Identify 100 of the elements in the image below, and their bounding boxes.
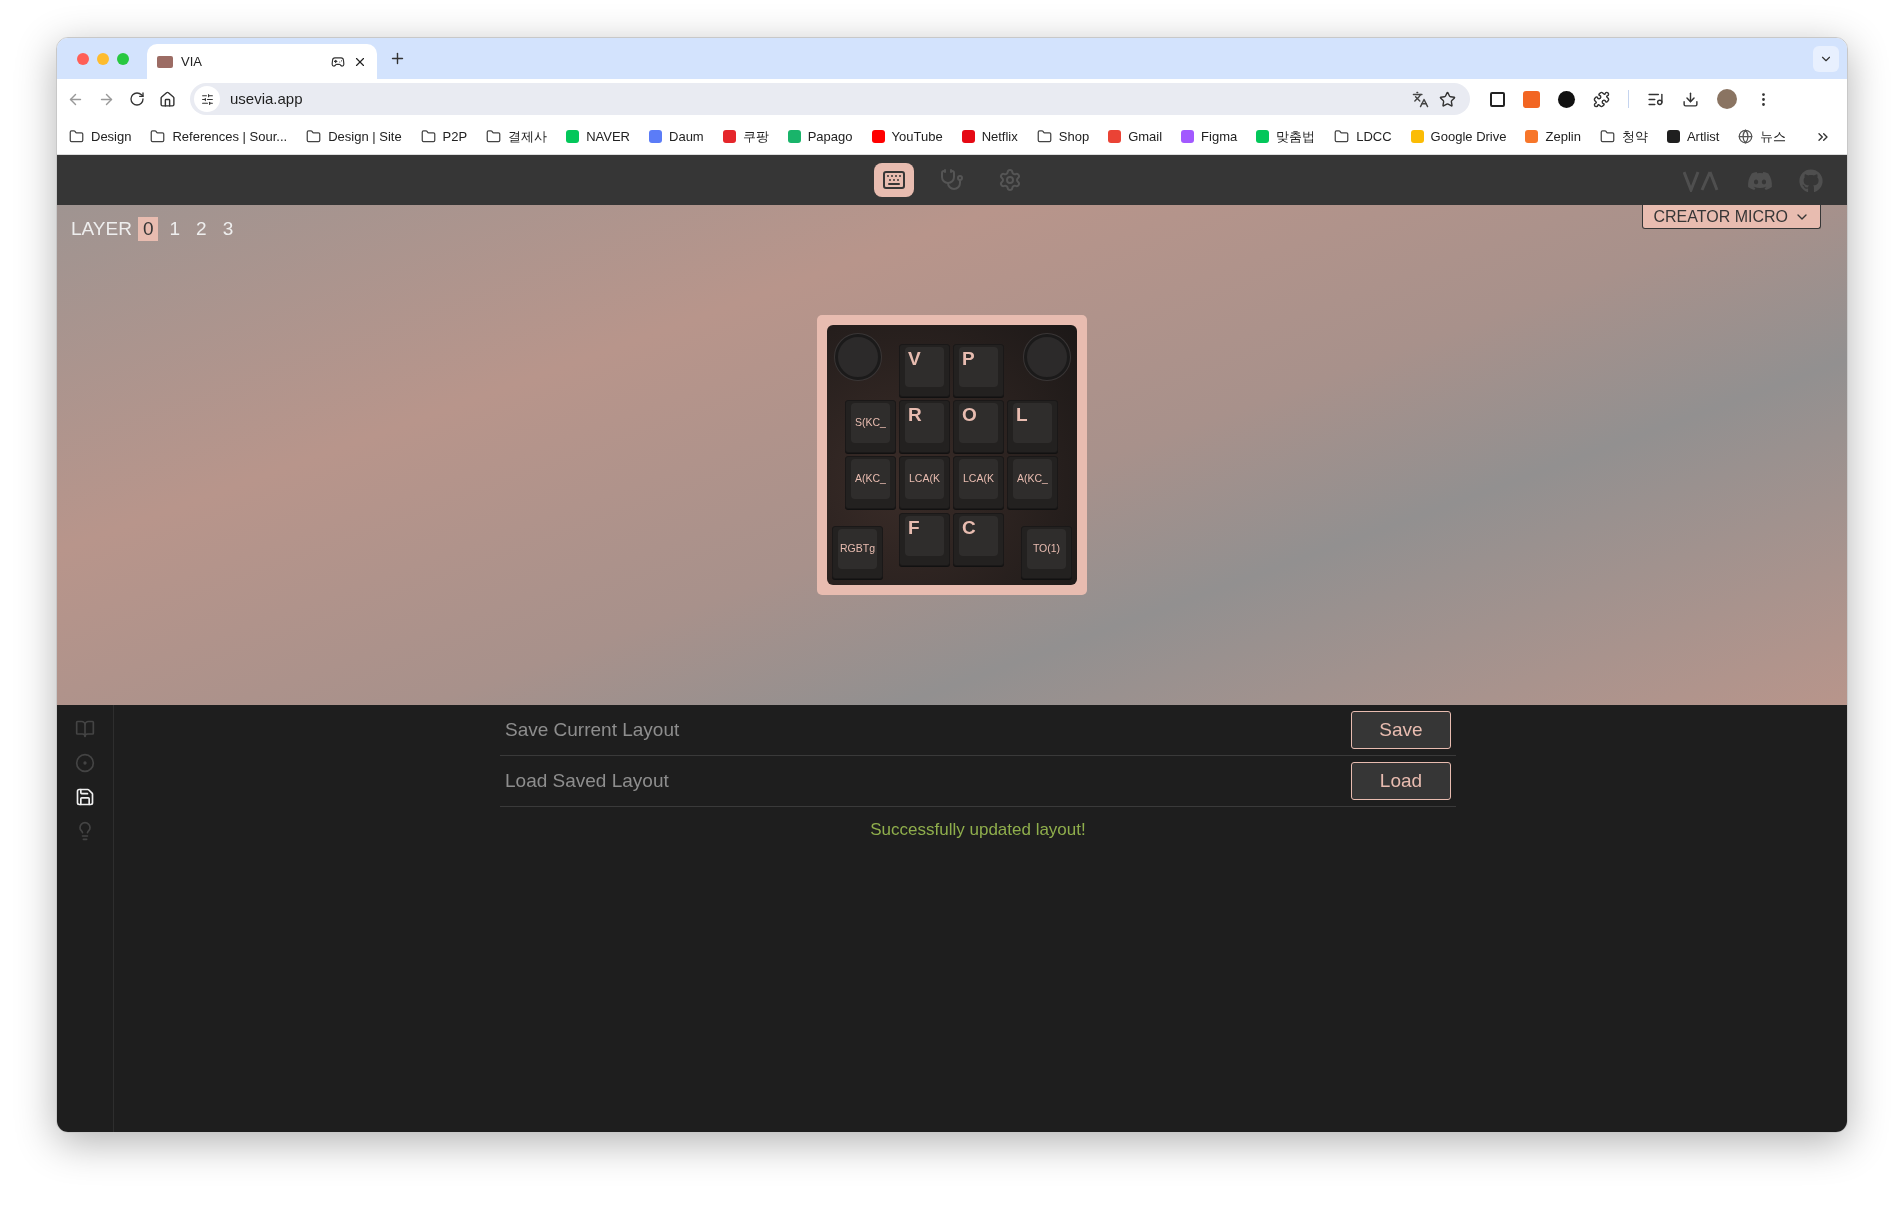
folder-icon	[1599, 129, 1615, 144]
folder-icon	[69, 129, 84, 144]
keycap[interactable]: LCA(K	[953, 456, 1004, 509]
bookmark-link[interactable]: 맞춤법	[1276, 126, 1316, 147]
keycap[interactable]: A(KC_	[1007, 456, 1058, 509]
reload-icon[interactable]	[129, 91, 145, 107]
star-icon[interactable]	[1439, 90, 1456, 108]
keyboard-icon	[882, 168, 906, 192]
address-bar[interactable]: usevia.app	[190, 83, 1470, 115]
keycap[interactable]: O	[953, 400, 1004, 453]
action-button[interactable]: Load	[1351, 762, 1451, 800]
site-icon	[787, 130, 801, 143]
folder-icon	[1334, 129, 1350, 144]
bookmark-link[interactable]: Netflix	[981, 126, 1018, 147]
key-legend: A(KC_	[1017, 471, 1048, 487]
setting-label: Save Current Layout	[505, 717, 680, 742]
setting-label: Load Saved Layout	[505, 768, 669, 793]
site-icon	[722, 130, 736, 143]
bookmark-link[interactable]: Design | Site	[328, 126, 402, 147]
bookmark-link[interactable]: 쿠팡	[742, 126, 769, 147]
key-legend: L	[1016, 403, 1028, 427]
key-legend: RGBTg	[840, 541, 875, 557]
site-icon	[1108, 130, 1122, 143]
bookmark-link[interactable]: Papago	[807, 126, 853, 147]
key-legend: LCA(K	[909, 471, 940, 487]
status-message: Successfully updated layout!	[870, 819, 1086, 841]
bookmark-link[interactable]: 뉴스	[1760, 126, 1787, 147]
gamepad-icon	[331, 54, 345, 69]
download-icon[interactable]	[1682, 90, 1699, 108]
nav-tab[interactable]	[874, 163, 914, 197]
folder-icon	[420, 129, 436, 144]
key-legend: S(KC_	[855, 415, 886, 431]
layer-label: LAYER	[71, 217, 132, 241]
settings-icon	[998, 168, 1022, 192]
profile-avatar[interactable]	[1717, 89, 1737, 109]
key-legend: TO(1)	[1032, 541, 1061, 557]
key-legend: LCA(K	[963, 471, 994, 487]
bookmark-link[interactable]: Shop	[1058, 126, 1090, 147]
site-icon	[1525, 130, 1539, 143]
browser-tab[interactable]: VIA	[147, 44, 377, 79]
translate-icon[interactable]	[1412, 90, 1429, 108]
keycap[interactable]: RGBTg	[832, 526, 883, 579]
keycap[interactable]: C	[953, 513, 1004, 566]
bookmark-link[interactable]: Artlist	[1686, 126, 1720, 147]
bookmark-link[interactable]: Google Drive	[1430, 126, 1507, 147]
save-icon[interactable]	[75, 787, 95, 807]
bookmark-link[interactable]: P2P	[442, 126, 468, 147]
favicon-icon	[157, 55, 173, 68]
keycap[interactable]: S(KC_	[845, 400, 896, 453]
keycap[interactable]: V	[899, 344, 950, 397]
action-button[interactable]: Save	[1351, 711, 1451, 749]
bookmark-link[interactable]: 결제사	[508, 126, 548, 147]
keycap[interactable]: P	[953, 344, 1004, 397]
site-settings-icon[interactable]	[194, 86, 220, 112]
keycap[interactable]: A(KC_	[845, 456, 896, 509]
bookmark-link[interactable]: YouTube	[891, 126, 943, 147]
keycap[interactable]: R	[899, 400, 950, 453]
key-legend: A(KC_	[855, 471, 886, 487]
new-tab-icon[interactable]	[389, 50, 406, 67]
folder-icon	[306, 129, 322, 144]
stethoscope-icon	[940, 168, 964, 192]
site-icon	[871, 130, 885, 143]
circle-extension-icon[interactable]	[1558, 90, 1575, 108]
key-legend: C	[962, 516, 976, 540]
key-legend: F	[908, 516, 920, 540]
extensions-icon[interactable]	[1593, 90, 1610, 108]
key-legend: R	[908, 403, 922, 427]
site-icon	[1666, 130, 1680, 143]
site-icon	[566, 130, 580, 143]
bookmark-link[interactable]: Design	[91, 126, 132, 147]
key-legend: V	[908, 347, 921, 371]
site-icon	[1410, 130, 1424, 143]
home-icon[interactable]	[159, 90, 176, 108]
bookmark-link[interactable]: References | Sour...	[172, 126, 288, 147]
bookmark-link[interactable]: LDCC	[1356, 126, 1392, 147]
filled-extension-icon[interactable]	[1523, 90, 1540, 108]
bookmark-link[interactable]: NAVER	[586, 126, 630, 147]
bookmark-link[interactable]: Gmail	[1128, 126, 1163, 147]
bookmark-link[interactable]: 청약	[1621, 126, 1648, 147]
keycap[interactable]: LCA(K	[899, 456, 950, 509]
key-legend: P	[962, 347, 975, 371]
bookmark-link[interactable]: Figma	[1201, 126, 1238, 147]
bookmark-link[interactable]: Daum	[669, 126, 704, 147]
site-icon	[1256, 130, 1270, 143]
keycap[interactable]: L	[1007, 400, 1058, 453]
site-icon	[649, 130, 662, 143]
close-window-icon[interactable]	[77, 52, 89, 65]
layer-tab[interactable]: 0	[137, 217, 159, 242]
key-legend: O	[962, 403, 977, 427]
bookmark-link[interactable]: Zeplin	[1545, 126, 1581, 147]
keycap[interactable]: F	[899, 513, 950, 566]
folder-icon	[1036, 129, 1052, 144]
square-extension-icon[interactable]	[1490, 91, 1505, 107]
folder-icon	[486, 129, 502, 144]
folder-icon	[150, 129, 166, 144]
globe-icon	[1738, 129, 1754, 144]
device-dropdown[interactable]: CREATOR MICRO	[1642, 205, 1821, 229]
keycap[interactable]: TO(1)	[1021, 526, 1072, 579]
site-icon	[1181, 130, 1195, 143]
site-icon	[961, 130, 975, 143]
